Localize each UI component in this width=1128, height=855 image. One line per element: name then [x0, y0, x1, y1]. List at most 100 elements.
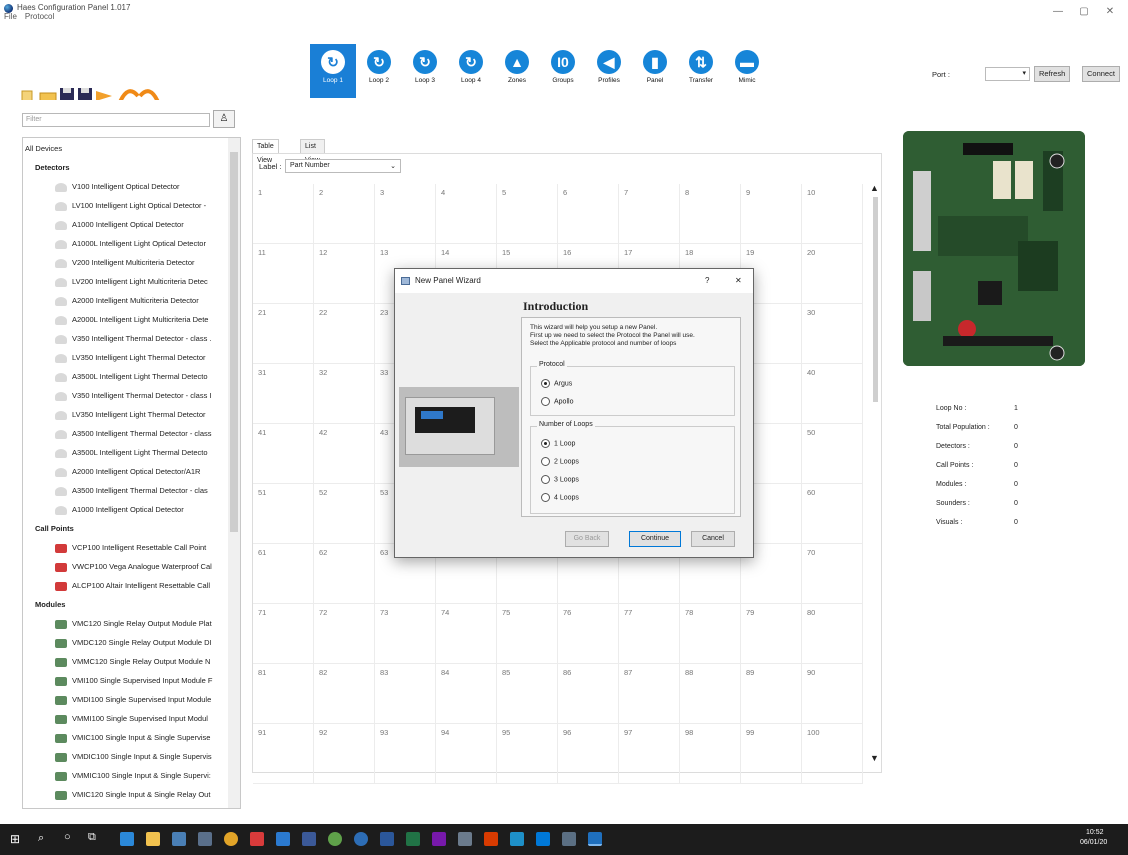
tree-scroll-thumb[interactable]: [230, 152, 238, 532]
toolbar-button-loop-1[interactable]: ↻ Loop 1: [310, 44, 356, 98]
grid-cell[interactable]: 32: [314, 364, 375, 424]
grid-cell[interactable]: 83: [375, 664, 436, 724]
grid-cell[interactable]: 1: [253, 184, 314, 244]
grid-cell[interactable]: 72: [314, 604, 375, 664]
grid-cell[interactable]: 74: [436, 604, 497, 664]
grid-cell[interactable]: 77: [619, 604, 680, 664]
grid-cell[interactable]: 50: [802, 424, 863, 484]
radio-argus[interactable]: Argus: [541, 379, 572, 388]
windows-start-icon[interactable]: ⊞: [10, 832, 20, 846]
grid-cell[interactable]: 100: [802, 724, 863, 784]
grid-cell[interactable]: 20: [802, 244, 863, 304]
grid-cell[interactable]: 80: [802, 604, 863, 664]
app-icon-7[interactable]: [510, 832, 524, 846]
cortana-icon[interactable]: ○: [64, 831, 71, 843]
detector-item[interactable]: A2000 Intelligent Multicriteria Detector: [23, 292, 228, 310]
app-icon-8[interactable]: [562, 832, 576, 846]
grid-cell[interactable]: 2: [314, 184, 375, 244]
app-icon-4[interactable]: [328, 832, 342, 846]
detector-item[interactable]: A2000L Intelligent Light Multicriteria D…: [23, 311, 228, 329]
refresh-button[interactable]: Refresh: [1034, 66, 1071, 82]
grid-cell[interactable]: 79: [741, 604, 802, 664]
office-icon[interactable]: [484, 832, 498, 846]
grid-cell[interactable]: 8: [680, 184, 741, 244]
radio-3-loops[interactable]: 3 Loops: [541, 475, 579, 484]
grid-cell[interactable]: 7: [619, 184, 680, 244]
menu-item[interactable]: File: [4, 12, 17, 21]
search-icon[interactable]: ⌕: [38, 832, 44, 845]
toolbar-button-groups[interactable]: I0 Groups: [540, 44, 586, 98]
grid-cell[interactable]: 30: [802, 304, 863, 364]
toolbar-button-zones[interactable]: ▲ Zones: [494, 44, 540, 98]
toolbar-button-loop-2[interactable]: ↻ Loop 2: [356, 44, 402, 98]
grid-cell[interactable]: 76: [558, 604, 619, 664]
connect-button[interactable]: Connect: [1082, 66, 1120, 82]
grid-cell[interactable]: 93: [375, 724, 436, 784]
grid-cell[interactable]: 4: [436, 184, 497, 244]
grid-cell[interactable]: 71: [253, 604, 314, 664]
module-item[interactable]: VMDIC100 Single Input & Single Supervis: [23, 748, 228, 766]
grid-cell[interactable]: 9: [741, 184, 802, 244]
grid-cell[interactable]: 82: [314, 664, 375, 724]
file-explorer-icon[interactable]: [146, 832, 160, 846]
skype-icon[interactable]: [536, 832, 550, 846]
continue-button[interactable]: Continue: [629, 531, 681, 547]
grid-cell[interactable]: 60: [802, 484, 863, 544]
detector-item[interactable]: V350 Intelligent Thermal Detector - clas…: [23, 387, 228, 405]
grid-scroll-thumb[interactable]: [873, 197, 878, 402]
close-button[interactable]: ✕: [1100, 6, 1120, 17]
haes-taskbar-icon[interactable]: [588, 832, 602, 846]
grid-cell[interactable]: 61: [253, 544, 314, 604]
grid-cell[interactable]: 5: [497, 184, 558, 244]
module-item[interactable]: VMI100 Single Supervised Input Module F: [23, 672, 228, 690]
grid-cell[interactable]: 40: [802, 364, 863, 424]
grid-cell[interactable]: 92: [314, 724, 375, 784]
grid-cell[interactable]: 42: [314, 424, 375, 484]
app-icon-6[interactable]: [458, 832, 472, 846]
tree-root[interactable]: All Devices: [23, 140, 228, 158]
module-item[interactable]: VMC120 Single Relay Output Module Plat: [23, 615, 228, 633]
radio-1-loop[interactable]: 1 Loop: [541, 439, 575, 448]
grid-cell[interactable]: 98: [680, 724, 741, 784]
grid-cell[interactable]: 73: [375, 604, 436, 664]
grid-cell[interactable]: 90: [802, 664, 863, 724]
toolbar-button-profiles[interactable]: ◀ Profiles: [586, 44, 632, 98]
radio-4-loops[interactable]: 4 Loops: [541, 493, 579, 502]
app-icon-2[interactable]: [198, 832, 212, 846]
grid-cell[interactable]: 94: [436, 724, 497, 784]
grid-cell[interactable]: 62: [314, 544, 375, 604]
call-point-item[interactable]: ALCP100 Altair Intelligent Resettable Ca…: [23, 577, 228, 595]
edge-icon[interactable]: [120, 832, 134, 846]
grid-cell[interactable]: 96: [558, 724, 619, 784]
outlook-icon[interactable]: [276, 832, 290, 846]
cancel-button[interactable]: Cancel: [691, 531, 735, 547]
task-view-icon[interactable]: ⧉: [88, 831, 96, 844]
module-item[interactable]: VMMI100 Single Supervised Input Modul: [23, 710, 228, 728]
detector-item[interactable]: A2000 Intelligent Optical Detector/A1R: [23, 463, 228, 481]
detector-item[interactable]: LV350 Intelligent Light Thermal Detector: [23, 406, 228, 424]
grid-cell[interactable]: 95: [497, 724, 558, 784]
chrome-icon[interactable]: [224, 832, 238, 846]
grid-cell[interactable]: 81: [253, 664, 314, 724]
scroll-up-icon[interactable]: ▲: [870, 183, 879, 193]
detector-item[interactable]: V350 Intelligent Thermal Detector - clas…: [23, 330, 228, 348]
module-item[interactable]: VMMIC100 Single Input & Single Supervi:: [23, 767, 228, 785]
word-icon[interactable]: [380, 832, 394, 846]
grid-cell[interactable]: 86: [558, 664, 619, 724]
grid-cell[interactable]: 41: [253, 424, 314, 484]
grid-cell[interactable]: 85: [497, 664, 558, 724]
minimize-button[interactable]: —: [1048, 6, 1068, 17]
call-point-item[interactable]: VCP100 Intelligent Resettable Call Point: [23, 539, 228, 557]
grid-cell[interactable]: 21: [253, 304, 314, 364]
grid-cell[interactable]: 87: [619, 664, 680, 724]
grid-cell[interactable]: 70: [802, 544, 863, 604]
app-icon-3[interactable]: [302, 832, 316, 846]
detector-item[interactable]: LV100 Intelligent Light Optical Detector…: [23, 197, 228, 215]
scroll-down-icon[interactable]: ▼: [870, 753, 879, 763]
toolbar-button-mimic[interactable]: ▬ Mimic: [724, 44, 770, 98]
detector-item[interactable]: A3500 Intelligent Thermal Detector - cla…: [23, 482, 228, 500]
filter-user-button[interactable]: ♙: [213, 110, 235, 128]
grid-cell[interactable]: 10: [802, 184, 863, 244]
grid-cell[interactable]: 89: [741, 664, 802, 724]
acrobat-icon[interactable]: [250, 832, 264, 846]
